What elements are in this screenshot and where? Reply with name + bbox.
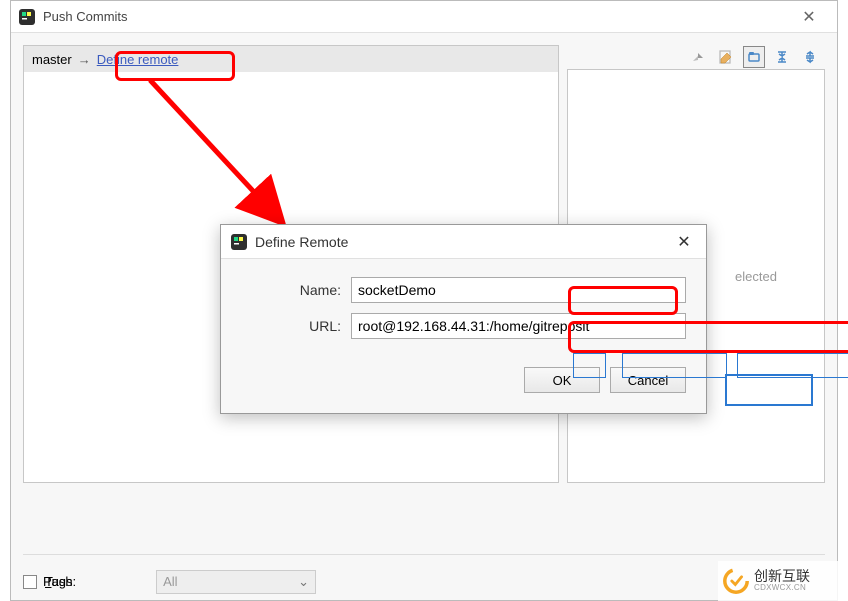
push-tags-checkbox[interactable] (23, 575, 37, 589)
collapse-icon[interactable] (771, 46, 793, 68)
close-icon[interactable]: ✕ (789, 7, 829, 27)
cancel-button[interactable]: Cancel (610, 367, 686, 393)
branch-name: master (32, 52, 72, 67)
watermark: 创新互联 CDXWCX.CN (718, 561, 848, 601)
arrow-right-icon: → (78, 52, 91, 67)
diff-toolbar (567, 45, 825, 69)
dialog-title: Define Remote (255, 234, 672, 250)
push-tags-select[interactable]: All ⌄ (156, 570, 316, 594)
dialog-buttons: OK Cancel (221, 359, 706, 393)
url-row: URL: (241, 313, 686, 339)
define-remote-link[interactable]: Define remote (97, 52, 179, 67)
watermark-logo (722, 567, 750, 595)
edit-icon[interactable] (715, 46, 737, 68)
name-row: Name: (241, 277, 686, 303)
dialog-body: Name: URL: (221, 259, 706, 359)
dialog-titlebar: Define Remote ✕ (221, 225, 706, 259)
select-value: All (163, 574, 177, 589)
chevron-down-icon: ⌄ (298, 574, 309, 590)
watermark-cn: 创新互联 (754, 569, 810, 584)
define-remote-dialog: Define Remote ✕ Name: URL: OK Cancel (220, 224, 707, 414)
titlebar: Push Commits ✕ (11, 1, 837, 33)
dialog-close-icon[interactable]: ✕ (672, 232, 696, 252)
app-icon (19, 9, 35, 25)
name-input[interactable] (351, 277, 686, 303)
expand-icon[interactable] (799, 46, 821, 68)
expand-all-icon[interactable] (687, 46, 709, 68)
url-input[interactable] (351, 313, 686, 339)
bottom-bar: Tags: Push Tags: Push All ⌄ (23, 554, 825, 600)
watermark-en: CDXWCX.CN (754, 584, 810, 593)
url-label: URL: (241, 318, 351, 334)
window-title: Push Commits (43, 9, 789, 24)
app-icon (231, 234, 247, 250)
name-label: Name: (241, 282, 351, 298)
ok-button[interactable]: OK (524, 367, 600, 393)
branch-row: master → Define remote (24, 46, 558, 72)
group-by-dir-icon[interactable] (743, 46, 765, 68)
